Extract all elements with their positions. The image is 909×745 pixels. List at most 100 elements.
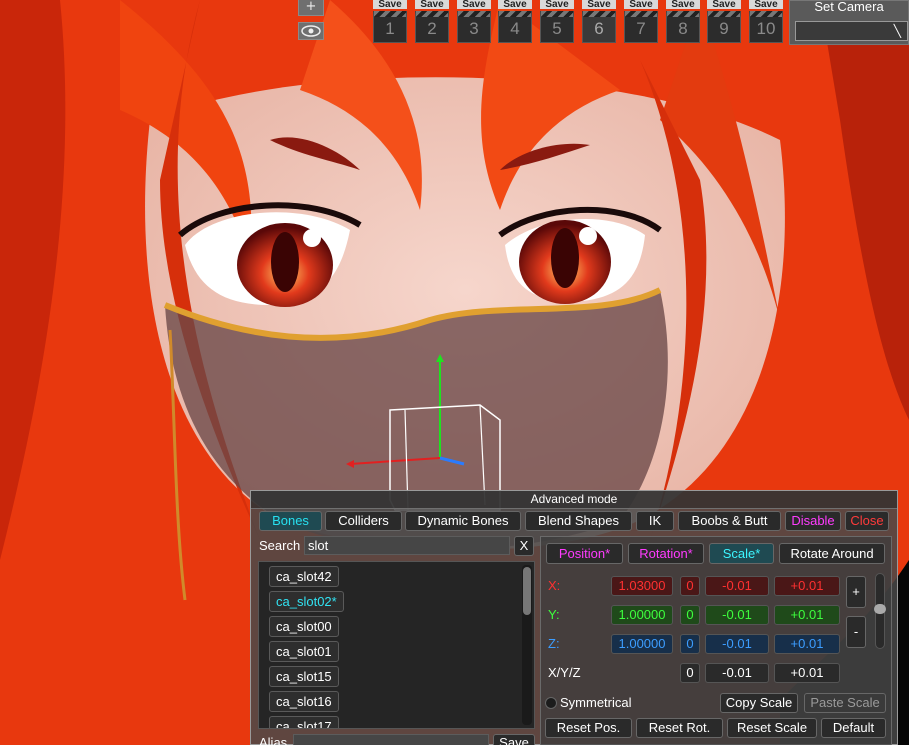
clapperboard-icon[interactable]: 8 (666, 11, 700, 43)
tab-blend-shapes[interactable]: Blend Shapes (525, 511, 632, 531)
tab-bones[interactable]: Bones (259, 511, 322, 531)
eye-icon (301, 25, 321, 37)
tab-dynamic-bones[interactable]: Dynamic Bones (405, 511, 521, 531)
mode-position-button[interactable]: Position* (546, 543, 623, 564)
camera-slot-save-button[interactable]: Save (540, 0, 574, 9)
search-label: Search (259, 538, 301, 553)
camera-slot-save-button[interactable]: Save (666, 0, 700, 9)
visibility-button[interactable] (298, 22, 324, 40)
axis-z-label: Z: (548, 636, 560, 651)
scale-x-step[interactable]: 0 (680, 576, 700, 596)
clapperboard-icon[interactable]: 5 (540, 11, 574, 43)
advanced-mode-window: Advanced mode Bones Colliders Dynamic Bo… (250, 490, 898, 745)
camera-slot-save-button[interactable]: Save (582, 0, 616, 9)
camera-dropdown[interactable]: ╲ (795, 21, 908, 41)
camera-slot-save-button[interactable]: Save (707, 0, 741, 9)
disable-button[interactable]: Disable (785, 511, 841, 531)
chevron-down-icon: ╲ (893, 24, 901, 38)
scale-z-minus-button[interactable]: -0.01 (705, 634, 769, 654)
window-title: Advanced mode (251, 491, 897, 509)
bone-list[interactable]: ca_slot42 ca_slot02* ca_slot00 ca_slot01… (258, 561, 535, 729)
alias-label: Alias (259, 735, 288, 745)
scale-z-plus-button[interactable]: +0.01 (774, 634, 840, 654)
alias-input[interactable] (293, 734, 489, 745)
axis-x-label: X: (548, 578, 561, 593)
list-item[interactable]: ca_slot01 (269, 641, 339, 662)
tab-colliders[interactable]: Colliders (325, 511, 402, 531)
clapperboard-icon[interactable]: 7 (624, 11, 658, 43)
scale-z-step[interactable]: 0 (680, 634, 700, 654)
scale-y-plus-button[interactable]: +0.01 (774, 605, 840, 625)
scale-x-minus-button[interactable]: -0.01 (705, 576, 769, 596)
set-camera-button[interactable]: Set Camera (790, 0, 908, 15)
list-item[interactable]: ca_slot00 (269, 616, 339, 637)
scrollbar-thumb[interactable] (523, 567, 531, 615)
axis-y-label: Y: (548, 607, 560, 622)
default-button[interactable]: Default (821, 718, 886, 738)
clapperboard-icon[interactable]: 10 (749, 11, 783, 43)
reset-rotation-button[interactable]: Reset Rot. (636, 718, 723, 738)
increment-slider[interactable] (874, 573, 886, 649)
symmetrical-toggle[interactable] (545, 697, 557, 709)
mode-rotation-button[interactable]: Rotation* (628, 543, 704, 564)
search-clear-button[interactable]: X (514, 536, 534, 556)
plus-label: + (305, 0, 317, 14)
symmetrical-label: Symmetrical (560, 695, 632, 710)
axis-xyz-label: X/Y/Z (548, 665, 581, 680)
tab-boobs-butt[interactable]: Boobs & Butt (678, 511, 781, 531)
transform-panel: Position* Rotation* Scale* Rotate Around… (540, 536, 892, 745)
clapperboard-icon[interactable]: 1 (373, 11, 407, 43)
scale-xyz-minus-button[interactable]: -0.01 (705, 663, 769, 683)
list-item-selected[interactable]: ca_slot02* (269, 591, 344, 612)
mode-scale-button[interactable]: Scale* (709, 543, 774, 564)
camera-slot: Save 10 (749, 0, 783, 43)
paste-scale-button[interactable]: Paste Scale (804, 693, 886, 713)
camera-slot-save-button[interactable]: Save (373, 0, 407, 9)
copy-scale-button[interactable]: Copy Scale (720, 693, 798, 713)
increment-down-button[interactable]: - (846, 616, 866, 648)
camera-slot: Save 6 (582, 0, 616, 43)
scale-x-value[interactable]: 1.03000 (611, 576, 673, 596)
alias-save-button[interactable]: Save (493, 734, 535, 745)
reset-scale-button[interactable]: Reset Scale (727, 718, 817, 738)
add-button[interactable]: + (298, 0, 324, 16)
camera-slot-save-button[interactable]: Save (415, 0, 449, 9)
bone-list-scrollbar[interactable] (522, 565, 532, 725)
increment-up-button[interactable]: + (846, 576, 866, 608)
camera-slot: Save 8 (666, 0, 700, 43)
scale-y-minus-button[interactable]: -0.01 (705, 605, 769, 625)
rotate-around-button[interactable]: Rotate Around (779, 543, 885, 564)
scale-x-plus-button[interactable]: +0.01 (774, 576, 840, 596)
clapperboard-icon[interactable]: 9 (707, 11, 741, 43)
reset-position-button[interactable]: Reset Pos. (545, 718, 632, 738)
camera-slot: Save 4 (498, 0, 532, 43)
clapperboard-icon[interactable]: 2 (415, 11, 449, 43)
scale-xyz-plus-button[interactable]: +0.01 (774, 663, 840, 683)
camera-slot-save-button[interactable]: Save (498, 0, 532, 9)
clapperboard-icon[interactable]: 3 (457, 11, 491, 43)
clapperboard-icon[interactable]: 4 (498, 11, 532, 43)
camera-slot-save-button[interactable]: Save (749, 0, 783, 9)
camera-slot: Save 2 (415, 0, 449, 43)
scale-xyz-step[interactable]: 0 (680, 663, 700, 683)
tab-ik[interactable]: IK (636, 511, 674, 531)
close-button[interactable]: Close (845, 511, 889, 531)
camera-slot: Save 9 (707, 0, 741, 43)
camera-slot-save-button[interactable]: Save (457, 0, 491, 9)
list-item[interactable]: ca_slot15 (269, 666, 339, 687)
scale-y-step[interactable]: 0 (680, 605, 700, 625)
slider-handle[interactable] (874, 604, 886, 614)
clapperboard-icon[interactable]: 6 (582, 11, 616, 43)
camera-slot: Save 5 (540, 0, 574, 43)
camera-slot: Save 1 (373, 0, 407, 43)
camera-slot: Save 7 (624, 0, 658, 43)
search-input[interactable]: slot (304, 536, 510, 555)
camera-panel: Set Camera ╲ (789, 0, 909, 45)
camera-slot-save-button[interactable]: Save (624, 0, 658, 9)
camera-slot: Save 3 (457, 0, 491, 43)
scale-y-value[interactable]: 1.00000 (611, 605, 673, 625)
list-item[interactable]: ca_slot42 (269, 566, 339, 587)
list-item[interactable]: ca_slot16 (269, 691, 339, 712)
list-item[interactable]: ca_slot17 (269, 716, 339, 728)
scale-z-value[interactable]: 1.00000 (611, 634, 673, 654)
